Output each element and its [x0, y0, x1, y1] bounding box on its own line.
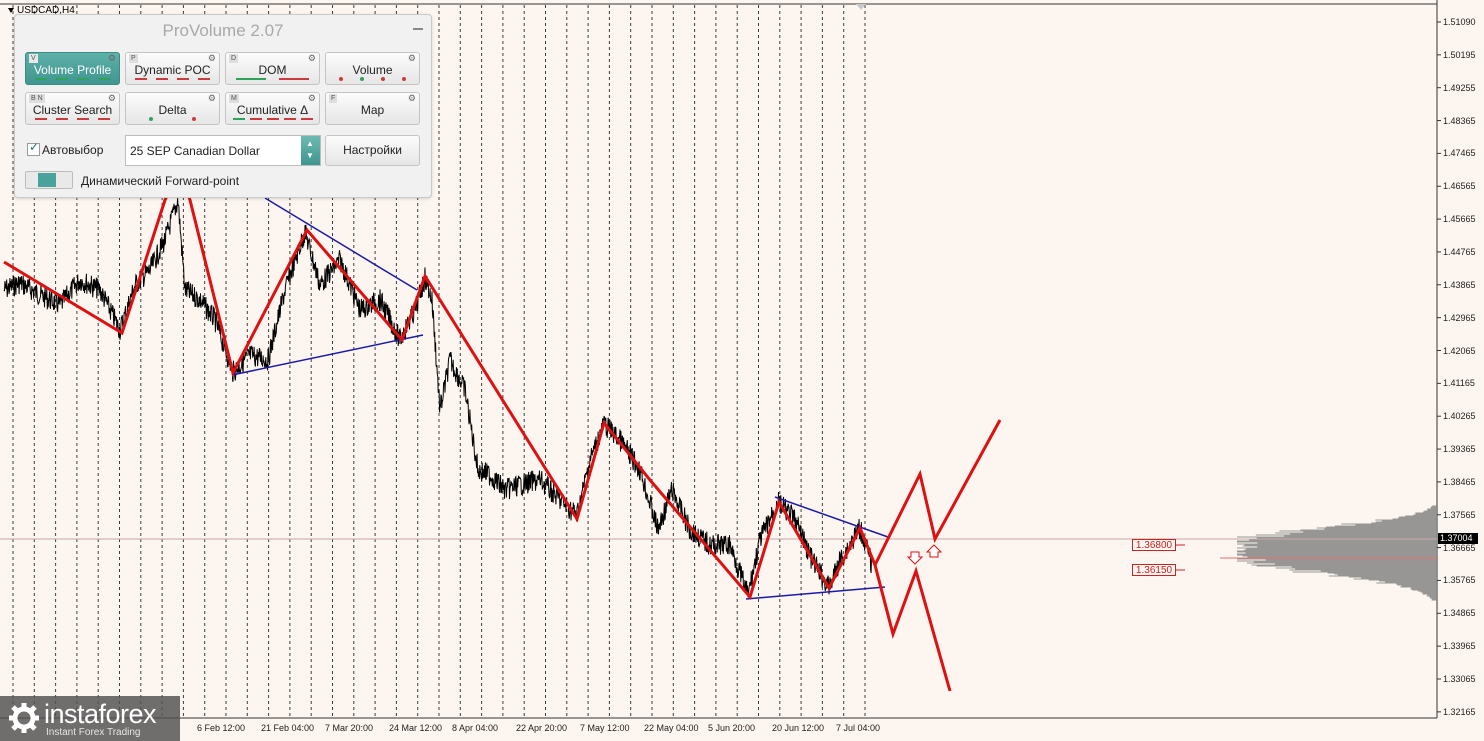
price-tick-label: 1.32165	[1443, 706, 1476, 717]
instrument-value: 25 SEP Canadian Dollar	[130, 144, 260, 158]
price-tick-label: 1.40265	[1443, 411, 1476, 422]
date-tick-label: 8 Apr 04:00	[452, 723, 499, 733]
price-tick-label: 1.49255	[1443, 82, 1476, 93]
instrument-select[interactable]: 25 SEP Canadian Dollar ▲ ▼	[125, 135, 321, 166]
price-tick-label: 1.47465	[1443, 148, 1476, 159]
price-level-label-2[interactable]: 1.36150	[1132, 564, 1176, 576]
date-tick-label: 6 Feb 12:00	[197, 723, 246, 733]
provolume-panel[interactable]: ProVolume 2.07 V ⚙ Volume Profile P ⚙ Dy…	[14, 14, 432, 198]
date-tick-label: 20 Jun 12:00	[772, 723, 825, 733]
price-tick-label: 1.46565	[1443, 181, 1476, 192]
instrument-spinner[interactable]: ▲ ▼	[301, 136, 320, 165]
dynamic-poc-button[interactable]: P ⚙ Dynamic POC	[125, 52, 220, 85]
date-tick-label: 5 Jun 20:00	[708, 723, 756, 733]
settings-button[interactable]: Настройки	[325, 135, 420, 166]
cumulative-delta-button[interactable]: M ⚙ Cumulative Δ	[225, 92, 320, 125]
date-tick-label: 21 Feb 04:00	[261, 723, 315, 733]
price-tick-label: 1.36665	[1443, 542, 1476, 553]
price-tick-label: 1.33065	[1443, 674, 1476, 684]
status-indicator	[330, 77, 415, 81]
price-tick-label: 1.37565	[1443, 509, 1476, 520]
panel-title: ProVolume 2.07	[162, 21, 284, 40]
date-tick-label: 7 May 12:00	[580, 723, 630, 733]
price-tick-label: 1.43865	[1443, 279, 1476, 290]
date-tick-label: 22 May 04:00	[644, 723, 699, 733]
date-tick-label: 7 Mar 20:00	[325, 723, 374, 733]
status-indicator	[130, 77, 215, 81]
volume-profile-button[interactable]: V ⚙ Volume Profile	[25, 52, 120, 85]
date-tick-label: 7 Jul 04:00	[836, 723, 881, 733]
price-tick-label: 1.33965	[1443, 641, 1476, 652]
price-tick-label: 1.51090	[1443, 17, 1476, 27]
forward-point-toggle[interactable]	[25, 171, 73, 189]
date-tick-label: 24 Mar 12:00	[389, 723, 443, 733]
price-tick-label: 1.35765	[1443, 575, 1476, 586]
cluster-search-button[interactable]: B N ⚙ Cluster Search	[25, 92, 120, 125]
minimize-icon[interactable]	[413, 28, 423, 30]
price-tick-label: 1.42065	[1443, 345, 1476, 356]
price-tick-label: 1.41165	[1443, 378, 1475, 389]
price-tick-label: 1.50195	[1443, 49, 1476, 60]
map-button[interactable]: F ⚙ Map	[325, 92, 420, 125]
forward-point-label: Динамический Forward-point	[81, 174, 240, 188]
status-indicator	[30, 117, 115, 121]
volume-button[interactable]: ⚙ Volume	[325, 52, 420, 85]
price-tick-label: 1.39365	[1443, 444, 1476, 455]
price-tick-label: 1.44765	[1443, 246, 1476, 257]
symbol-menu-icon[interactable]	[8, 7, 14, 13]
price-tick-label: 1.45665	[1443, 214, 1476, 225]
status-indicator	[230, 77, 315, 81]
date-tick-label: 22 Apr 20:00	[516, 723, 568, 733]
auto-select-label: Автовыбор	[42, 143, 104, 157]
price-tick-label: 1.42965	[1443, 312, 1476, 323]
dom-button[interactable]: D ⚙ DOM	[225, 52, 320, 85]
chevron-up-icon[interactable]: ▲	[306, 140, 314, 148]
price-tick-label: 1.38465	[1443, 476, 1476, 487]
current-price-badge: 1.37004	[1438, 533, 1478, 544]
chevron-down-icon[interactable]: ▼	[306, 152, 314, 160]
price-tick-label: 1.48365	[1443, 115, 1476, 126]
status-indicator	[30, 77, 115, 81]
auto-select-checkbox[interactable]	[27, 140, 40, 156]
price-tick-label: 1.34865	[1443, 608, 1476, 619]
status-indicator	[230, 117, 315, 121]
status-indicator	[130, 117, 215, 121]
delta-button[interactable]: ⚙ Delta	[125, 92, 220, 125]
price-level-label-1[interactable]: 1.36800	[1132, 539, 1176, 551]
instaforex-logo-icon	[9, 703, 39, 733]
logo-tagline: Instant Forex Trading	[46, 727, 141, 738]
instaforex-logo: instaforex Instant Forex Trading	[0, 696, 180, 741]
logo-name: instaforex	[44, 699, 157, 729]
